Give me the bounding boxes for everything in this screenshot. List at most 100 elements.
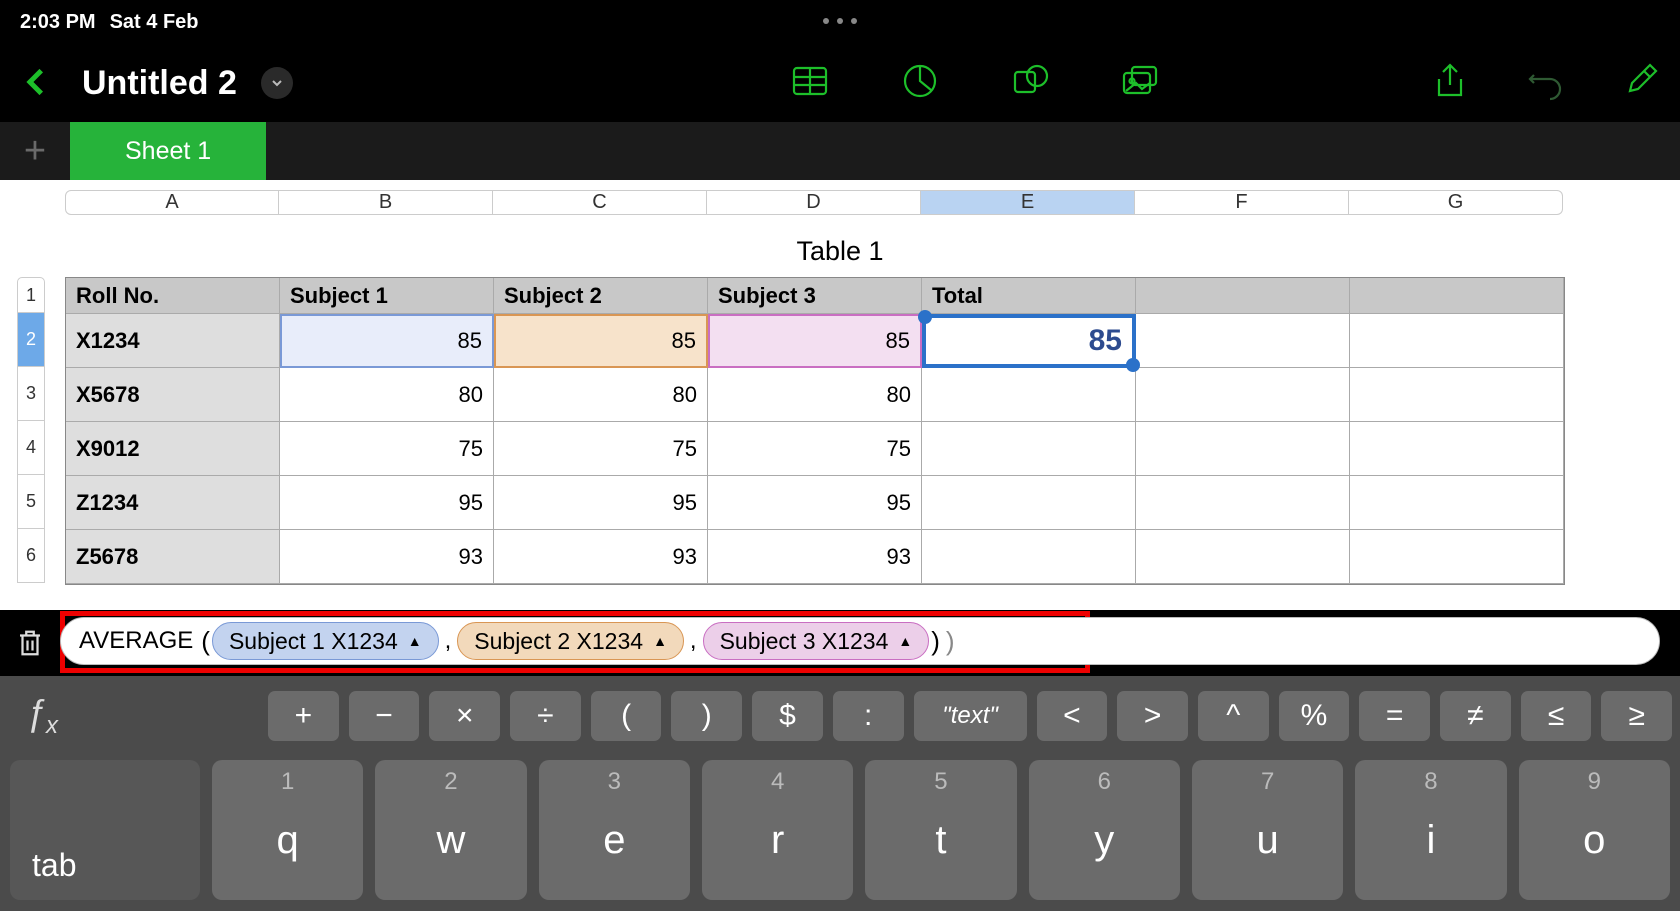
add-sheet-button[interactable]: + xyxy=(0,122,70,180)
row-header-5[interactable]: 5 xyxy=(17,475,45,529)
key-w[interactable]: 2w xyxy=(375,760,526,900)
key-lte[interactable]: ≤ xyxy=(1521,691,1592,741)
cell-b5[interactable]: 95 xyxy=(280,476,494,530)
key-q[interactable]: 1q xyxy=(212,760,363,900)
cell-a5[interactable]: Z1234 xyxy=(66,476,280,530)
key-r[interactable]: 4r xyxy=(702,760,853,900)
header-s1[interactable]: Subject 1 xyxy=(280,278,494,314)
row-header-4[interactable]: 4 xyxy=(17,421,45,475)
cell-f6[interactable] xyxy=(1136,530,1350,584)
cell-c6[interactable]: 93 xyxy=(494,530,708,584)
cell-a3[interactable]: X5678 xyxy=(66,368,280,422)
cell-f3[interactable] xyxy=(1136,368,1350,422)
key-divide[interactable]: ÷ xyxy=(510,691,581,741)
formula-token-2[interactable]: Subject 2 X1234 ▲ xyxy=(457,622,684,660)
col-header-c[interactable]: C xyxy=(493,190,707,215)
key-y[interactable]: 6y xyxy=(1029,760,1180,900)
cell-g6[interactable] xyxy=(1350,530,1564,584)
col-header-d[interactable]: D xyxy=(707,190,921,215)
formula-token-3[interactable]: Subject 3 X1234 ▲ xyxy=(703,622,930,660)
key-percent[interactable]: % xyxy=(1279,691,1350,741)
cell-f4[interactable] xyxy=(1136,422,1350,476)
header-s3[interactable]: Subject 3 xyxy=(708,278,922,314)
cell-e5[interactable] xyxy=(922,476,1136,530)
key-minus[interactable]: − xyxy=(349,691,420,741)
cell-e2-active[interactable]: 85 xyxy=(922,314,1136,368)
key-lparen[interactable]: ( xyxy=(591,691,662,741)
cell-a6[interactable]: Z5678 xyxy=(66,530,280,584)
formula-editor[interactable]: AVERAGE ( Subject 1 X1234 ▲ , Subject 2 … xyxy=(60,617,1660,665)
multitask-dots-icon[interactable] xyxy=(823,18,857,24)
key-multiply[interactable]: × xyxy=(429,691,500,741)
key-u[interactable]: 7u xyxy=(1192,760,1343,900)
key-o[interactable]: 9o xyxy=(1519,760,1670,900)
row-header-3[interactable]: 3 xyxy=(17,367,45,421)
cell-d4[interactable]: 75 xyxy=(708,422,922,476)
cell-c3[interactable]: 80 xyxy=(494,368,708,422)
key-gte[interactable]: ≥ xyxy=(1601,691,1672,741)
cell-g2[interactable] xyxy=(1350,314,1564,368)
cell-e6[interactable] xyxy=(922,530,1136,584)
cell-a4[interactable]: X9012 xyxy=(66,422,280,476)
key-gt[interactable]: > xyxy=(1117,691,1188,741)
cell-c2[interactable]: 85 xyxy=(494,314,708,368)
cell-f5[interactable] xyxy=(1136,476,1350,530)
cell-c4[interactable]: 75 xyxy=(494,422,708,476)
key-colon[interactable]: : xyxy=(833,691,904,741)
share-icon[interactable] xyxy=(1430,61,1470,106)
header-total[interactable]: Total xyxy=(922,278,1136,314)
cell-g3[interactable] xyxy=(1350,368,1564,422)
key-tab[interactable]: tab xyxy=(10,760,200,900)
insert-media-icon[interactable] xyxy=(1120,61,1160,106)
key-lt[interactable]: < xyxy=(1037,691,1108,741)
document-title[interactable]: Untitled 2 xyxy=(82,64,237,103)
header-g[interactable] xyxy=(1350,278,1564,314)
insert-chart-icon[interactable] xyxy=(900,61,940,106)
cell-f2[interactable] xyxy=(1136,314,1350,368)
key-e[interactable]: 3e xyxy=(539,760,690,900)
cell-b3[interactable]: 80 xyxy=(280,368,494,422)
formula-function-name[interactable]: AVERAGE xyxy=(69,627,199,655)
cell-e3[interactable] xyxy=(922,368,1136,422)
col-header-e[interactable]: E xyxy=(921,190,1135,215)
key-i[interactable]: 8i xyxy=(1355,760,1506,900)
cell-b6[interactable]: 93 xyxy=(280,530,494,584)
spreadsheet-canvas[interactable]: A B C D E F G 1 2 3 4 5 6 Table 1 Roll N… xyxy=(0,180,1680,610)
fx-button[interactable]: ƒx xyxy=(8,692,258,740)
key-neq[interactable]: ≠ xyxy=(1440,691,1511,741)
cell-d5[interactable]: 95 xyxy=(708,476,922,530)
header-s2[interactable]: Subject 2 xyxy=(494,278,708,314)
key-plus[interactable]: + xyxy=(268,691,339,741)
row-header-1[interactable]: 1 xyxy=(17,277,45,313)
table-title[interactable]: Table 1 xyxy=(0,236,1680,267)
row-header-6[interactable]: 6 xyxy=(17,529,45,583)
key-t[interactable]: 5t xyxy=(865,760,1016,900)
key-dollar[interactable]: $ xyxy=(752,691,823,741)
insert-shape-icon[interactable] xyxy=(1010,61,1050,106)
cell-g5[interactable] xyxy=(1350,476,1564,530)
formula-token-1[interactable]: Subject 1 X1234 ▲ xyxy=(212,622,439,660)
col-header-g[interactable]: G xyxy=(1349,190,1563,215)
header-f[interactable] xyxy=(1136,278,1350,314)
format-brush-icon[interactable] xyxy=(1620,61,1660,106)
cell-g4[interactable] xyxy=(1350,422,1564,476)
insert-table-icon[interactable] xyxy=(790,61,830,106)
col-header-a[interactable]: A xyxy=(65,190,279,215)
delete-formula-button[interactable] xyxy=(0,628,60,658)
cell-d2[interactable]: 85 xyxy=(708,314,922,368)
cell-d3[interactable]: 80 xyxy=(708,368,922,422)
key-text[interactable]: "text" xyxy=(914,691,1027,741)
sheet-tab-1[interactable]: Sheet 1 xyxy=(70,122,266,180)
undo-icon[interactable] xyxy=(1525,61,1565,106)
col-header-f[interactable]: F xyxy=(1135,190,1349,215)
cell-a2[interactable]: X1234 xyxy=(66,314,280,368)
cell-b4[interactable]: 75 xyxy=(280,422,494,476)
header-roll[interactable]: Roll No. xyxy=(66,278,280,314)
back-button[interactable] xyxy=(20,60,54,106)
key-rparen[interactable]: ) xyxy=(671,691,742,741)
key-caret[interactable]: ^ xyxy=(1198,691,1269,741)
row-header-2[interactable]: 2 xyxy=(17,313,45,367)
cell-d6[interactable]: 93 xyxy=(708,530,922,584)
cell-c5[interactable]: 95 xyxy=(494,476,708,530)
col-header-b[interactable]: B xyxy=(279,190,493,215)
